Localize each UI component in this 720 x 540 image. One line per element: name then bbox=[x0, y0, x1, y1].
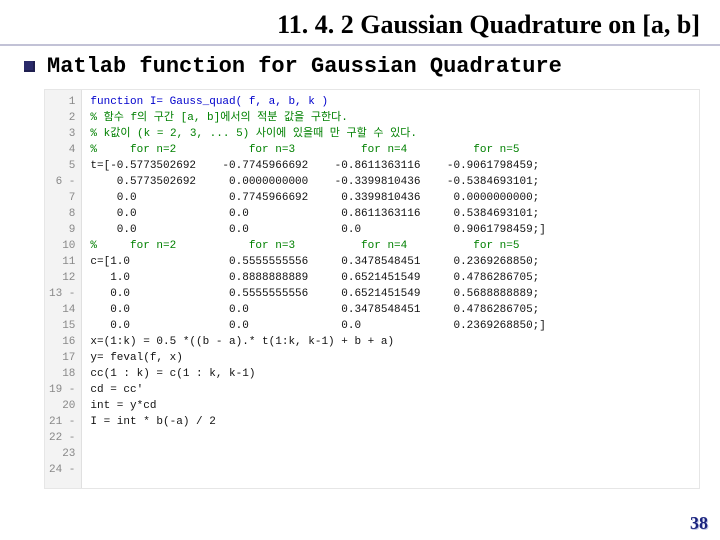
gutter-line: 24 - bbox=[49, 462, 75, 478]
gutter-line: 15 bbox=[49, 318, 75, 334]
code-line: % 함수 f의 구간 [a, b]에서의 적분 값을 구한다. bbox=[90, 110, 545, 126]
code-line: % for n=2 for n=3 for n=4 for n=5 bbox=[90, 142, 545, 158]
gutter-line: 11 bbox=[49, 254, 75, 270]
code-line: 0.5773502692 0.0000000000 -0.3399810436 … bbox=[90, 174, 545, 190]
gutter-line: 20 bbox=[49, 398, 75, 414]
gutter-line: 2 bbox=[49, 110, 75, 126]
code-block: 123456 -78910111213 -141516171819 -2021 … bbox=[44, 89, 700, 489]
code-line: int = y*cd bbox=[90, 398, 545, 414]
gutter-line: 8 bbox=[49, 206, 75, 222]
code-line: 0.0 0.0 0.8611363116 0.5384693101; bbox=[90, 206, 545, 222]
code-line: x=(1:k) = 0.5 *((b - a).* t(1:k, k-1) + … bbox=[90, 334, 545, 350]
gutter-line: 23 bbox=[49, 446, 75, 462]
gutter-line: 6 - bbox=[49, 174, 75, 190]
gutter-line: 13 - bbox=[49, 286, 75, 302]
code-line: cc(1 : k) = c(1 : k, k-1) bbox=[90, 366, 545, 382]
code-line: 0.0 0.5555555556 0.6521451549 0.56888888… bbox=[90, 286, 545, 302]
subtitle-text: Matlab function for Gaussian Quadrature bbox=[47, 54, 562, 79]
subtitle-row: Matlab function for Gaussian Quadrature bbox=[0, 46, 720, 85]
gutter-line: 22 - bbox=[49, 430, 75, 446]
code-gutter: 123456 -78910111213 -141516171819 -2021 … bbox=[45, 90, 82, 488]
bullet-icon bbox=[24, 61, 35, 72]
code-line: t=[-0.5773502692 -0.7745966692 -0.861136… bbox=[90, 158, 545, 174]
gutter-line: 9 bbox=[49, 222, 75, 238]
gutter-line: 14 bbox=[49, 302, 75, 318]
page-number: 38 bbox=[690, 513, 708, 534]
gutter-line: 17 bbox=[49, 350, 75, 366]
gutter-line: 10 bbox=[49, 238, 75, 254]
code-line: % k값이 (k = 2, 3, ... 5) 사이에 있을때 만 구할 수 있… bbox=[90, 126, 545, 142]
gutter-line: 21 - bbox=[49, 414, 75, 430]
code-content: function I= Gauss_quad( f, a, b, k )% 함수… bbox=[82, 90, 553, 488]
code-line: 0.0 0.0 0.3478548451 0.4786286705; bbox=[90, 302, 545, 318]
code-line: 0.0 0.0 0.0 0.2369268850;] bbox=[90, 318, 545, 334]
gutter-line: 1 bbox=[49, 94, 75, 110]
gutter-line: 12 bbox=[49, 270, 75, 286]
gutter-line: 5 bbox=[49, 158, 75, 174]
code-line: c=[1.0 0.5555555556 0.3478548451 0.23692… bbox=[90, 254, 545, 270]
gutter-line: 18 bbox=[49, 366, 75, 382]
gutter-line: 19 - bbox=[49, 382, 75, 398]
gutter-line: 3 bbox=[49, 126, 75, 142]
gutter-line: 16 bbox=[49, 334, 75, 350]
gutter-line: 7 bbox=[49, 190, 75, 206]
code-line: cd = cc' bbox=[90, 382, 545, 398]
code-line: I = int * b(-a) / 2 bbox=[90, 414, 545, 430]
slide-title: 11. 4. 2 Gaussian Quadrature on [a, b] bbox=[0, 0, 720, 46]
code-line: function I= Gauss_quad( f, a, b, k ) bbox=[90, 94, 545, 110]
code-line: % for n=2 for n=3 for n=4 for n=5 bbox=[90, 238, 545, 254]
code-line: 1.0 0.8888888889 0.6521451549 0.47862867… bbox=[90, 270, 545, 286]
code-line: 0.0 0.0 0.0 0.9061798459;] bbox=[90, 222, 545, 238]
code-line: y= feval(f, x) bbox=[90, 350, 545, 366]
gutter-line: 4 bbox=[49, 142, 75, 158]
code-line: 0.0 0.7745966692 0.3399810436 0.00000000… bbox=[90, 190, 545, 206]
